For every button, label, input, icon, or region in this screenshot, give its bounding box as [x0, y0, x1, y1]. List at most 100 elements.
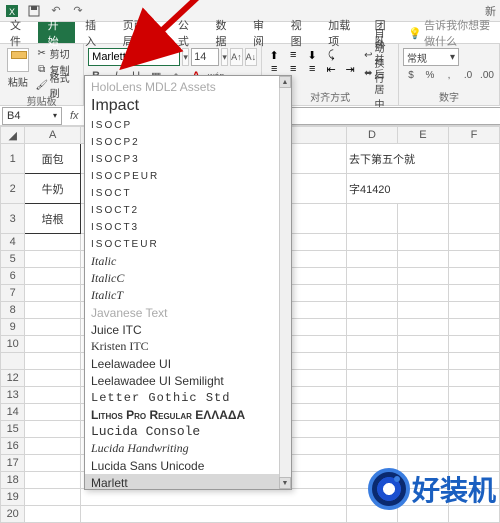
row-header[interactable]: 14 — [1, 404, 25, 421]
cell[interactable] — [346, 370, 397, 387]
font-option[interactable]: HoloLens MDL2 Assets — [91, 78, 281, 95]
font-option[interactable]: Lithos Pro Regular ΕΛΛΑΔΑ — [91, 406, 281, 423]
cell[interactable] — [25, 336, 80, 353]
indent-inc-icon[interactable]: ⇥ — [342, 62, 358, 76]
font-option[interactable]: ItalicC — [91, 270, 281, 287]
cell[interactable] — [397, 251, 448, 268]
cell[interactable] — [25, 370, 80, 387]
align-bottom-icon[interactable]: ⬇ — [304, 48, 320, 62]
name-box[interactable]: B4 ▾ — [2, 107, 62, 125]
cell[interactable] — [397, 268, 448, 285]
paste-button[interactable]: 粘贴 — [4, 46, 32, 92]
cell[interactable] — [25, 234, 80, 251]
font-option[interactable]: Impact — [91, 95, 281, 117]
cell[interactable] — [448, 204, 499, 234]
fx-icon[interactable]: fx — [70, 110, 79, 122]
font-option[interactable]: Letter Gothic Std — [91, 389, 281, 406]
save-icon[interactable] — [26, 3, 42, 19]
cell[interactable] — [346, 204, 397, 234]
cell[interactable] — [397, 421, 448, 438]
cell[interactable] — [397, 353, 448, 370]
row-header[interactable]: 3 — [1, 204, 25, 234]
cell-a3[interactable]: 培根 — [25, 204, 80, 234]
cell[interactable] — [397, 204, 448, 234]
font-option[interactable]: Leelawadee UI — [91, 355, 281, 372]
row-header[interactable]: 8 — [1, 302, 25, 319]
cell[interactable] — [448, 370, 499, 387]
cell[interactable] — [397, 319, 448, 336]
tab-file[interactable]: 文件 — [0, 22, 38, 43]
tab-layout[interactable]: 页面布局 — [113, 22, 168, 43]
cell[interactable] — [25, 268, 80, 285]
row-header[interactable]: 20 — [1, 506, 25, 523]
align-top-icon[interactable]: ⬆ — [266, 48, 282, 62]
tab-insert[interactable]: 插入 — [75, 22, 113, 43]
cell[interactable] — [346, 438, 397, 455]
cell[interactable] — [346, 387, 397, 404]
row-header[interactable]: 19 — [1, 489, 25, 506]
cell-d2[interactable]: 字41420 — [346, 174, 448, 204]
tell-me[interactable]: 💡 告诉我你想要做什么 — [408, 22, 500, 43]
cell-a1[interactable]: 面包 — [25, 144, 80, 174]
col-header-e[interactable]: E — [397, 127, 448, 144]
tab-home[interactable]: 开始 — [38, 22, 76, 43]
font-name-input[interactable] — [88, 48, 180, 66]
cell[interactable] — [448, 353, 499, 370]
font-option[interactable]: Italic — [91, 253, 281, 270]
cell[interactable] — [25, 489, 80, 506]
font-option[interactable]: ISOCP — [91, 117, 281, 134]
cell-d1[interactable]: 去下第五个就 — [346, 144, 448, 174]
row-header[interactable]: 13 — [1, 387, 25, 404]
font-option[interactable]: ItalicT — [91, 287, 281, 304]
row-header[interactable]: 12 — [1, 370, 25, 387]
font-option[interactable]: Javanese Text — [91, 304, 281, 321]
select-all-cell[interactable]: ◢ — [1, 127, 25, 144]
cell[interactable] — [25, 353, 80, 370]
cell[interactable] — [346, 319, 397, 336]
cell[interactable] — [448, 144, 499, 174]
row-header[interactable]: 2 — [1, 174, 25, 204]
align-middle-icon[interactable]: ≡ — [285, 48, 301, 62]
cell[interactable] — [25, 421, 80, 438]
scroll-down-icon[interactable]: ▼ — [279, 477, 291, 489]
col-header-a[interactable]: A — [25, 127, 80, 144]
cell[interactable] — [448, 387, 499, 404]
font-size-dropdown-arrow[interactable]: ▾ — [221, 48, 228, 66]
tab-formulas[interactable]: 公式 — [168, 22, 206, 43]
font-option[interactable]: Kristen ITC — [91, 338, 281, 355]
cell[interactable] — [448, 234, 499, 251]
cell[interactable] — [448, 404, 499, 421]
cell[interactable] — [25, 455, 80, 472]
cell[interactable] — [346, 268, 397, 285]
font-dropdown-arrow[interactable]: ▾ — [182, 48, 189, 66]
col-header-f[interactable]: F — [448, 127, 499, 144]
align-left-icon[interactable]: ≡ — [266, 62, 282, 76]
cell[interactable] — [25, 251, 80, 268]
cell[interactable] — [397, 336, 448, 353]
row-header[interactable]: 4 — [1, 234, 25, 251]
cell[interactable] — [448, 268, 499, 285]
font-option[interactable]: ISOCT2 — [91, 202, 281, 219]
cell[interactable] — [397, 404, 448, 421]
row-header[interactable]: 15 — [1, 421, 25, 438]
comma-icon[interactable]: , — [441, 68, 457, 82]
cell[interactable] — [25, 472, 80, 489]
row-header[interactable]: 10 — [1, 336, 25, 353]
cell[interactable] — [448, 319, 499, 336]
font-option[interactable]: Lucida Sans Unicode — [91, 457, 281, 474]
row-header[interactable]: 5 — [1, 251, 25, 268]
cell[interactable] — [346, 285, 397, 302]
font-size-input[interactable] — [191, 48, 219, 66]
align-center-icon[interactable]: ≡ — [285, 62, 301, 76]
row-header[interactable]: 7 — [1, 285, 25, 302]
number-format-dropdown[interactable]: 常规 ▾ — [403, 48, 459, 66]
row-header[interactable]: 18 — [1, 472, 25, 489]
currency-icon[interactable]: $ — [403, 68, 419, 82]
redo-icon[interactable]: ↷ — [70, 3, 86, 19]
font-option[interactable]: Lucida Console — [91, 423, 281, 440]
cell[interactable] — [397, 370, 448, 387]
tab-review[interactable]: 审阅 — [243, 22, 281, 43]
cell[interactable] — [80, 506, 346, 523]
cell[interactable] — [448, 285, 499, 302]
row-header[interactable]: 9 — [1, 319, 25, 336]
